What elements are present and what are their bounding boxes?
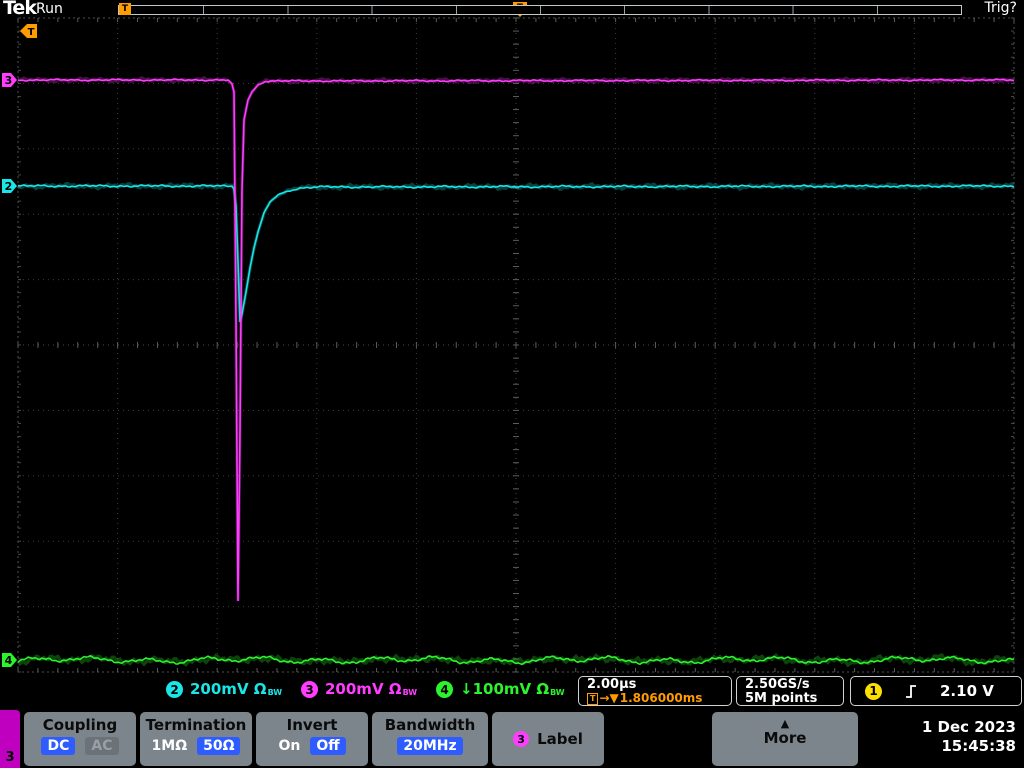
- termination-button[interactable]: Termination 1MΩ 50Ω: [140, 712, 252, 766]
- sample-rate: 2.50GS/s: [745, 677, 810, 692]
- delay-trigger-icon: T: [587, 692, 599, 705]
- invert-button[interactable]: Invert On Off: [256, 712, 368, 766]
- label-channel-badge: 3: [513, 731, 530, 747]
- label-button[interactable]: 3 Label: [492, 712, 604, 766]
- delay-value: 1.806000ms: [619, 691, 703, 705]
- record-view-bar[interactable]: [118, 5, 962, 15]
- bandwidth-title: Bandwidth: [384, 716, 476, 734]
- waveform-ch3: [17, 78, 1015, 602]
- channel2-marker-label: 2: [5, 180, 13, 193]
- channel4-badge[interactable]: 4: [436, 681, 453, 698]
- invert-title: Invert: [286, 716, 338, 734]
- rising-edge-icon: [906, 684, 916, 698]
- channel4-readout[interactable]: 4 ↓100mV ΩBW: [436, 680, 565, 700]
- coupling-title: Coupling: [42, 716, 118, 734]
- channel2-readout[interactable]: 2 200mV ΩBW: [166, 680, 282, 700]
- label-title: Label: [537, 729, 583, 748]
- bandwidth-button[interactable]: Bandwidth 20MHz: [372, 712, 488, 766]
- channel3-badge[interactable]: 3: [301, 681, 318, 698]
- menu-channel-tab[interactable]: 3: [0, 710, 20, 768]
- bottom-menu-bar: 3 Coupling DC AC Termination 1MΩ 50Ω Inv…: [0, 710, 1024, 768]
- channel3-scale: 200mV: [325, 680, 384, 698]
- waveform-ch2-fuzz: [17, 181, 1015, 323]
- datetime-display: 1 Dec 2023 15:45:38: [922, 718, 1016, 756]
- more-button[interactable]: ▲ More: [712, 712, 858, 766]
- channel4-scale: ↓100mV: [460, 680, 532, 698]
- horizontal-scale: 2.00μs: [587, 677, 637, 692]
- channel2-scale: 200mV: [190, 680, 249, 698]
- svg-text:T: T: [28, 27, 35, 38]
- trigger-source-badge[interactable]: 1: [865, 682, 882, 700]
- oscilloscope-screen: 234TT Tek Run T Trig? 2 200mV ΩBW 3 200m…: [0, 0, 1024, 768]
- more-title: More: [763, 729, 807, 747]
- acquisition-status: Run: [36, 1, 63, 17]
- termination-title: Termination: [145, 716, 247, 734]
- tek-logo: Tek: [3, 0, 37, 19]
- record-trigger-icon: T: [119, 3, 131, 15]
- channel4-bw-indicator: BW: [550, 688, 565, 697]
- channel2-badge[interactable]: 2: [166, 681, 183, 698]
- channel3-readout[interactable]: 3 200mV ΩBW: [301, 680, 417, 700]
- channel3-marker-label: 3: [5, 74, 13, 87]
- coupling-button[interactable]: Coupling DC AC: [24, 712, 136, 766]
- acquisition-readout-box[interactable]: 2.50GS/s 5M points: [736, 676, 844, 706]
- channel4-impedance: Ω: [536, 680, 550, 698]
- waveform-ch3-fuzz: [17, 75, 1015, 602]
- coupling-option-ac[interactable]: AC: [85, 737, 119, 755]
- termination-option-1mohm[interactable]: 1MΩ: [152, 737, 188, 755]
- record-length: 5M points: [745, 691, 818, 706]
- graticule-canvas: 2 3 4 T T: [2, 2, 1015, 673]
- channel2-impedance: Ω: [253, 680, 267, 698]
- time-text: 15:45:38: [941, 737, 1016, 755]
- delay-prefix: →▼: [599, 691, 619, 705]
- channel3-bw-indicator: BW: [402, 688, 418, 697]
- horizontal-readout-box[interactable]: 2.00μs T →▼ 1.806000ms: [578, 676, 732, 706]
- trigger-level: 2.10 V: [940, 682, 994, 700]
- invert-option-off[interactable]: Off: [310, 737, 346, 755]
- invert-option-on[interactable]: On: [278, 737, 300, 755]
- termination-option-50ohm[interactable]: 50Ω: [197, 737, 241, 755]
- channel3-impedance: Ω: [388, 680, 402, 698]
- channel2-bw-indicator: BW: [267, 688, 283, 697]
- trigger-status-indicator: Trig?: [984, 0, 1017, 16]
- coupling-option-dc[interactable]: DC: [41, 737, 76, 755]
- bandwidth-option-20mhz[interactable]: 20MHz: [397, 737, 463, 755]
- trigger-readout-box[interactable]: 1 2.10 V: [850, 676, 1022, 706]
- horizontal-delay: T →▼ 1.806000ms: [587, 692, 723, 705]
- date-text: 1 Dec 2023: [921, 718, 1016, 736]
- channel4-marker-label: 4: [5, 654, 13, 667]
